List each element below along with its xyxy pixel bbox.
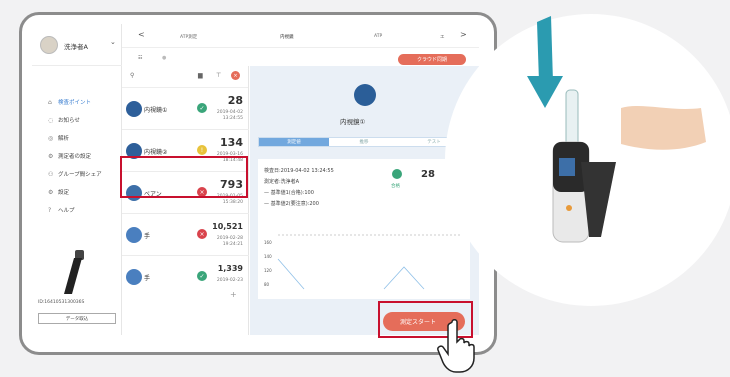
warning-status-icon: !: [197, 145, 207, 155]
help-icon: ?: [48, 206, 52, 214]
list-item-value: 1,339: [217, 264, 243, 273]
measuring-device-image: [64, 250, 84, 294]
trend-line: [383, 266, 425, 290]
detail-value: 28: [421, 169, 435, 180]
hand-icon: [126, 269, 142, 285]
delete-icon[interactable]: ×: [231, 71, 240, 80]
device-button: [566, 205, 572, 211]
list-item-time: 13:24:55: [222, 116, 243, 121]
inspection-date: 検査日:2019-04-02 13:24:55: [264, 168, 334, 174]
toolbar: ☷ ● クラウド同期: [122, 48, 479, 66]
hand-icon: [126, 227, 142, 243]
sidebar-item-label: 測定者の設定: [58, 154, 92, 160]
threshold-1: — 基準値1(合格):100: [264, 190, 314, 196]
list-toolbar: ⚲ ▆ ⊤ ×: [122, 66, 248, 88]
detail-tabs: 測定値 推移 テスト: [258, 137, 470, 147]
ok-status-icon: ✓: [197, 271, 207, 281]
chevron-down-icon[interactable]: ⌄: [110, 38, 116, 46]
sidebar-item-analysis[interactable]: ◎ 解析: [32, 130, 122, 146]
endoscope-icon: [354, 84, 376, 106]
dot-icon: ●: [162, 55, 167, 61]
result-card: 検査日:2019-04-02 13:24:55 測定者:洗浄者A — 基準値1(…: [258, 159, 470, 299]
sidebar-item-label: 設定: [58, 190, 70, 196]
swab: [565, 89, 579, 151]
device-illustration-bubble: [445, 14, 730, 306]
sidebar-menu: ⌂ 検査ポイント ◌ お知らせ ◎ 解析 ⚙ 測定者の設定 ⚇ グループ間シェア ⚙ 設定 …: [32, 94, 122, 220]
gloved-hand: [621, 106, 706, 150]
sidebar-item-settings[interactable]: ⚙ 設定: [32, 184, 122, 200]
measurer: 測定者:洗浄者A: [264, 179, 300, 185]
highlight-box-selected-item: [120, 156, 248, 198]
grid-view-icon[interactable]: ☷: [138, 55, 142, 61]
home-icon: ⌂: [48, 98, 52, 106]
filter-icon[interactable]: ⊤: [216, 72, 221, 79]
sidebar-item-group-share[interactable]: ⚇ グループ間シェア: [32, 166, 122, 182]
bell-icon: ◌: [48, 116, 54, 124]
list-item-name: 手: [144, 275, 151, 282]
threshold-2: — 基準値2(要注意):200: [264, 201, 319, 207]
list-item-date: 2019-04-02: [216, 110, 243, 115]
sidebar-item-label: ヘルプ: [58, 208, 75, 214]
user-name: 洗浄者A: [64, 43, 88, 51]
list-item-date: 2019-02-23: [216, 278, 243, 283]
device-screen: [559, 158, 575, 176]
prev-arrow-icon[interactable]: <: [138, 30, 145, 39]
list-item-time: 15:38:20: [222, 200, 243, 205]
search-icon[interactable]: ⚲: [130, 72, 134, 79]
person-settings-icon: ⚙: [48, 152, 54, 160]
print-icon[interactable]: ▆: [198, 72, 203, 79]
fail-status-icon: ×: [197, 229, 207, 239]
detail-title: 内視鏡①: [340, 118, 366, 126]
sidebar-item-label: グループ間シェア: [58, 172, 102, 178]
list-item-value: 134: [220, 136, 243, 149]
tab-trend[interactable]: 推移: [329, 138, 399, 146]
analysis-icon: ◎: [48, 134, 54, 142]
list-item-value: 10,521: [212, 222, 243, 231]
list-item-value: 28: [227, 94, 243, 107]
tab-atp[interactable]: ATP: [374, 34, 382, 39]
top-navigation: < ATP測定 内視鏡 ATP エ >: [122, 24, 479, 48]
list-item[interactable]: 手 × 10,521 2019-02-28 19:24:21: [122, 214, 249, 256]
tick-label: 140: [264, 254, 272, 259]
measurement-list: ⚲ ▆ ⊤ × 内視鏡① ✓ 28 2019-04-02 13:24:55 内視…: [122, 66, 249, 335]
trend-chart: 160 140 120 80: [264, 234, 460, 290]
arrow-shaft: [537, 16, 553, 82]
sidebar: 洗浄者A ⌄ ⌂ 検査ポイント ◌ お知らせ ◎ 解析 ⚙ 測定者の設定 ⚇ グループ間シ…: [32, 24, 122, 335]
list-item[interactable]: 手 ✓ 1,339 2019-02-23 +: [122, 256, 249, 299]
pointer-hand-icon: [437, 319, 475, 373]
sidebar-item-label: お知らせ: [58, 118, 80, 124]
endoscope-icon: [126, 101, 142, 117]
ok-status-icon: [392, 169, 402, 179]
list-item-date: 2019-02-28: [216, 236, 243, 241]
tab-atp-measure[interactable]: ATP測定: [180, 34, 197, 40]
list-item[interactable]: 内視鏡① ✓ 28 2019-04-02 13:24:55: [122, 88, 249, 130]
list-item-name: 手: [144, 233, 151, 240]
sidebar-item-news[interactable]: ◌ お知らせ: [32, 112, 122, 128]
sidebar-item-measurer-settings[interactable]: ⚙ 測定者の設定: [32, 148, 122, 164]
app-screen: 洗浄者A ⌄ ⌂ 検査ポイント ◌ お知らせ ◎ 解析 ⚙ 測定者の設定 ⚇ グループ間シ…: [32, 24, 479, 335]
group-share-icon: ⚇: [48, 170, 54, 178]
trend-line: [277, 258, 305, 290]
tab-measured-value[interactable]: 測定値: [259, 138, 329, 146]
sidebar-item-label: 検査ポイント: [58, 100, 92, 106]
user-header[interactable]: 洗浄者A ⌄: [32, 24, 122, 66]
add-icon[interactable]: +: [230, 290, 237, 299]
status-text: 合格: [391, 184, 400, 189]
list-item-name: 内視鏡②: [144, 149, 168, 156]
sidebar-item-label: 解析: [58, 136, 70, 142]
data-import-button[interactable]: データ取込: [38, 313, 116, 324]
ok-status-icon: ✓: [197, 103, 207, 113]
sidebar-item-inspection-point[interactable]: ⌂ 検査ポイント: [32, 94, 122, 110]
gear-icon: ⚙: [48, 188, 54, 196]
sidebar-item-help[interactable]: ? ヘルプ: [32, 202, 122, 218]
device-id: ID:1641053130036S: [38, 300, 85, 305]
list-item-name: 内視鏡①: [144, 107, 168, 114]
tick-label: 80: [264, 282, 270, 287]
avatar: [40, 36, 58, 54]
tab-endoscope[interactable]: 内視鏡: [280, 34, 294, 40]
tick-label: 160: [264, 240, 272, 245]
list-item-time: 19:24:21: [222, 242, 243, 247]
tick-label: 120: [264, 268, 272, 273]
